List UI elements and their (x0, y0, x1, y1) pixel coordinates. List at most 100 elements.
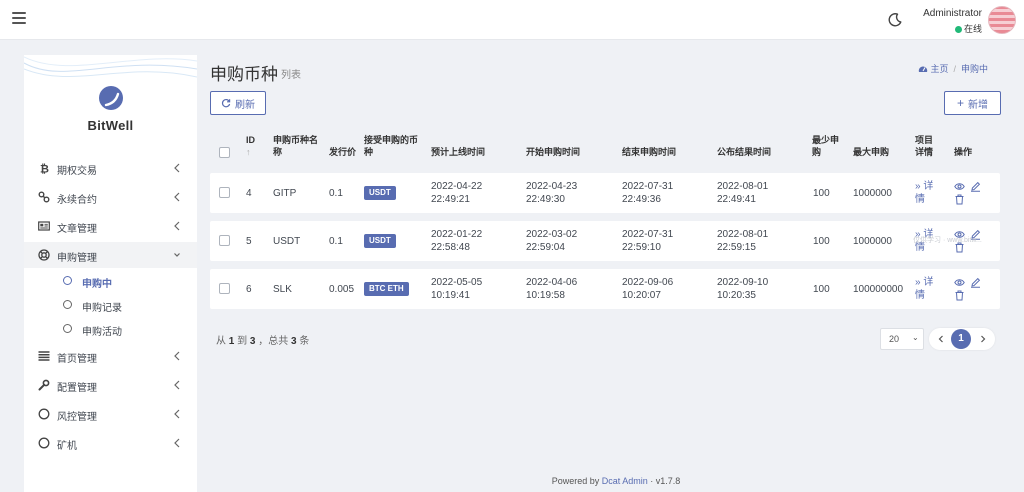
row-checkbox[interactable] (219, 235, 230, 246)
cell-time: 22:49:21 (431, 194, 470, 205)
column-header-accepted: 接受申购的币种 (364, 135, 419, 157)
cell-price: 0.005 (329, 284, 355, 295)
cell-price: 0.1 (329, 188, 343, 199)
sidebar-item-label: 首页管理 (57, 354, 97, 365)
cell-date: 2022-09-10 (717, 277, 769, 288)
summary-to: 3 (249, 336, 256, 347)
cell-id: 6 (246, 284, 252, 295)
bitwell-logo-icon (99, 86, 123, 110)
cell-date: 2022-04-23 (526, 181, 578, 192)
cell-time: 10:20:07 (622, 290, 661, 301)
cell-date: 2022-07-31 (622, 229, 674, 240)
brand-name: BitWell (87, 118, 134, 133)
sidebar-subitem-subscription-records[interactable]: 申购记录 (24, 294, 197, 316)
summary-from: 1 (228, 336, 235, 347)
per-page-value: 20 (889, 334, 900, 344)
cell-time: 10:19:41 (431, 290, 470, 301)
delete-trash-icon[interactable] (954, 194, 965, 205)
breadcrumb-home[interactable]: 主页 (931, 64, 949, 74)
delete-trash-icon[interactable] (954, 290, 965, 301)
refresh-button[interactable]: 刷新 (210, 91, 266, 115)
cell-max: 100000000 (853, 284, 904, 295)
cell-max: 1000000 (853, 188, 892, 199)
cell-time: 22:49:41 (717, 194, 756, 205)
sidebar-item-risk-management[interactable]: 风控管理 (24, 401, 197, 427)
chevron-left-icon (174, 380, 180, 390)
row-checkbox[interactable] (219, 187, 230, 198)
sidebar-subitem-label: 申购中 (82, 279, 112, 290)
cell-start-time: 2022-04-06 10:19:58 (526, 276, 577, 302)
cell-start-time: 2022-03-02 22:59:04 (526, 228, 577, 254)
sidebar-item-perpetual-contract[interactable]: 永续合约 (24, 184, 197, 210)
cell-date: 2022-05-05 (431, 277, 483, 288)
cell-price: 0.1 (329, 236, 343, 247)
column-header-id[interactable]: ID ↑ (246, 134, 255, 158)
detail-link[interactable]: » 详情 (915, 180, 943, 206)
cell-date: 2022-08-01 (717, 181, 769, 192)
circle-icon (63, 324, 72, 333)
user-status: 在线 (910, 22, 982, 35)
summary-text: 到 (237, 336, 248, 347)
row-checkbox[interactable] (219, 283, 230, 294)
svg-text:₿: ₿ (40, 163, 49, 175)
user-name[interactable]: Administrator (910, 8, 982, 19)
breadcrumb-separator: / (953, 64, 957, 74)
chevron-down-icon (174, 253, 180, 257)
circle-icon (63, 300, 72, 309)
plus-icon: + (956, 96, 964, 110)
cell-result-time: 2022-08-01 22:49:41 (717, 180, 768, 206)
column-header-listing: 预计上线时间 (431, 147, 486, 157)
view-eye-icon[interactable] (954, 181, 965, 192)
add-button[interactable]: + 新增 (944, 91, 1001, 115)
chevron-left-icon (174, 438, 180, 448)
sidebar-item-article-management[interactable]: 文章管理 (24, 213, 197, 239)
summary-text: 条 (299, 336, 310, 347)
cell-start-time: 2022-04-23 22:49:30 (526, 180, 577, 206)
cell-min: 100 (813, 284, 830, 295)
cell-date: 2022-08-01 (717, 229, 769, 240)
chevron-left-icon[interactable] (937, 333, 945, 345)
breadcrumb-current: 申购中 (961, 64, 989, 74)
chevron-right-icon[interactable] (979, 333, 987, 345)
view-eye-icon[interactable] (954, 277, 965, 288)
summary-total: 3 (291, 336, 297, 347)
column-header-start: 开始申购时间 (526, 147, 581, 157)
dcat-admin-link[interactable]: Dcat Admin (602, 476, 648, 486)
sidebar-item-home-management[interactable]: 首页管理 (24, 343, 197, 369)
select-all-checkbox[interactable] (219, 147, 230, 158)
cell-time: 22:49:30 (526, 194, 565, 205)
page-button-current[interactable]: 1 (951, 329, 971, 349)
accepted-currency-badge: BTC ETH (364, 282, 409, 296)
sidebar-item-mining-machine[interactable]: 矿机 (24, 430, 197, 456)
cell-max: 1000000 (853, 236, 892, 247)
cell-listing-time: 2022-01-22 22:58:48 (431, 228, 482, 254)
edit-pencil-icon[interactable] (970, 181, 981, 192)
sidebar-item-config-management[interactable]: 配置管理 (24, 372, 197, 398)
dark-mode-moon-icon[interactable] (887, 12, 903, 28)
column-header-name: 申购币种名称 (273, 135, 319, 157)
menu-toggle-icon[interactable] (12, 12, 26, 24)
chevron-left-icon (174, 192, 180, 202)
sidebar-item-options-trading[interactable]: ₿ 期权交易 (24, 155, 197, 181)
per-page-select[interactable]: 20 ⌄ (880, 328, 924, 350)
sidebar-subitem-subscription-activities[interactable]: 申购活动 (24, 318, 197, 340)
table-row: 4 GITP 0.1 USDT 2022-04-22 22:49:21 2022-… (210, 173, 1000, 213)
double-chevron-right-icon: » (915, 181, 921, 192)
column-header-detail: 项目详情 (915, 135, 934, 157)
cell-name: SLK (273, 284, 292, 295)
watermark-text: 仅供学习 · www.bitw... (913, 237, 982, 244)
top-navbar: Administrator 在线 (0, 0, 1024, 40)
column-header-result: 公布结果时间 (717, 147, 772, 157)
detail-link[interactable]: » 详情 (915, 276, 943, 302)
sidebar-item-subscription-management[interactable]: 申购管理 (24, 242, 197, 268)
cell-result-time: 2022-08-01 22:59:15 (717, 228, 768, 254)
chevron-left-icon (174, 163, 180, 173)
accepted-currency-badge: USDT (364, 186, 396, 200)
cell-result-time: 2022-09-10 10:20:35 (717, 276, 768, 302)
online-dot-icon (954, 26, 962, 33)
sidebar-subitem-subscribing[interactable]: 申购中 (24, 270, 197, 292)
link-icon (38, 191, 50, 203)
edit-pencil-icon[interactable] (970, 277, 981, 288)
avatar[interactable] (988, 6, 1016, 34)
sort-arrow-up-icon[interactable]: ↑ (246, 147, 251, 157)
